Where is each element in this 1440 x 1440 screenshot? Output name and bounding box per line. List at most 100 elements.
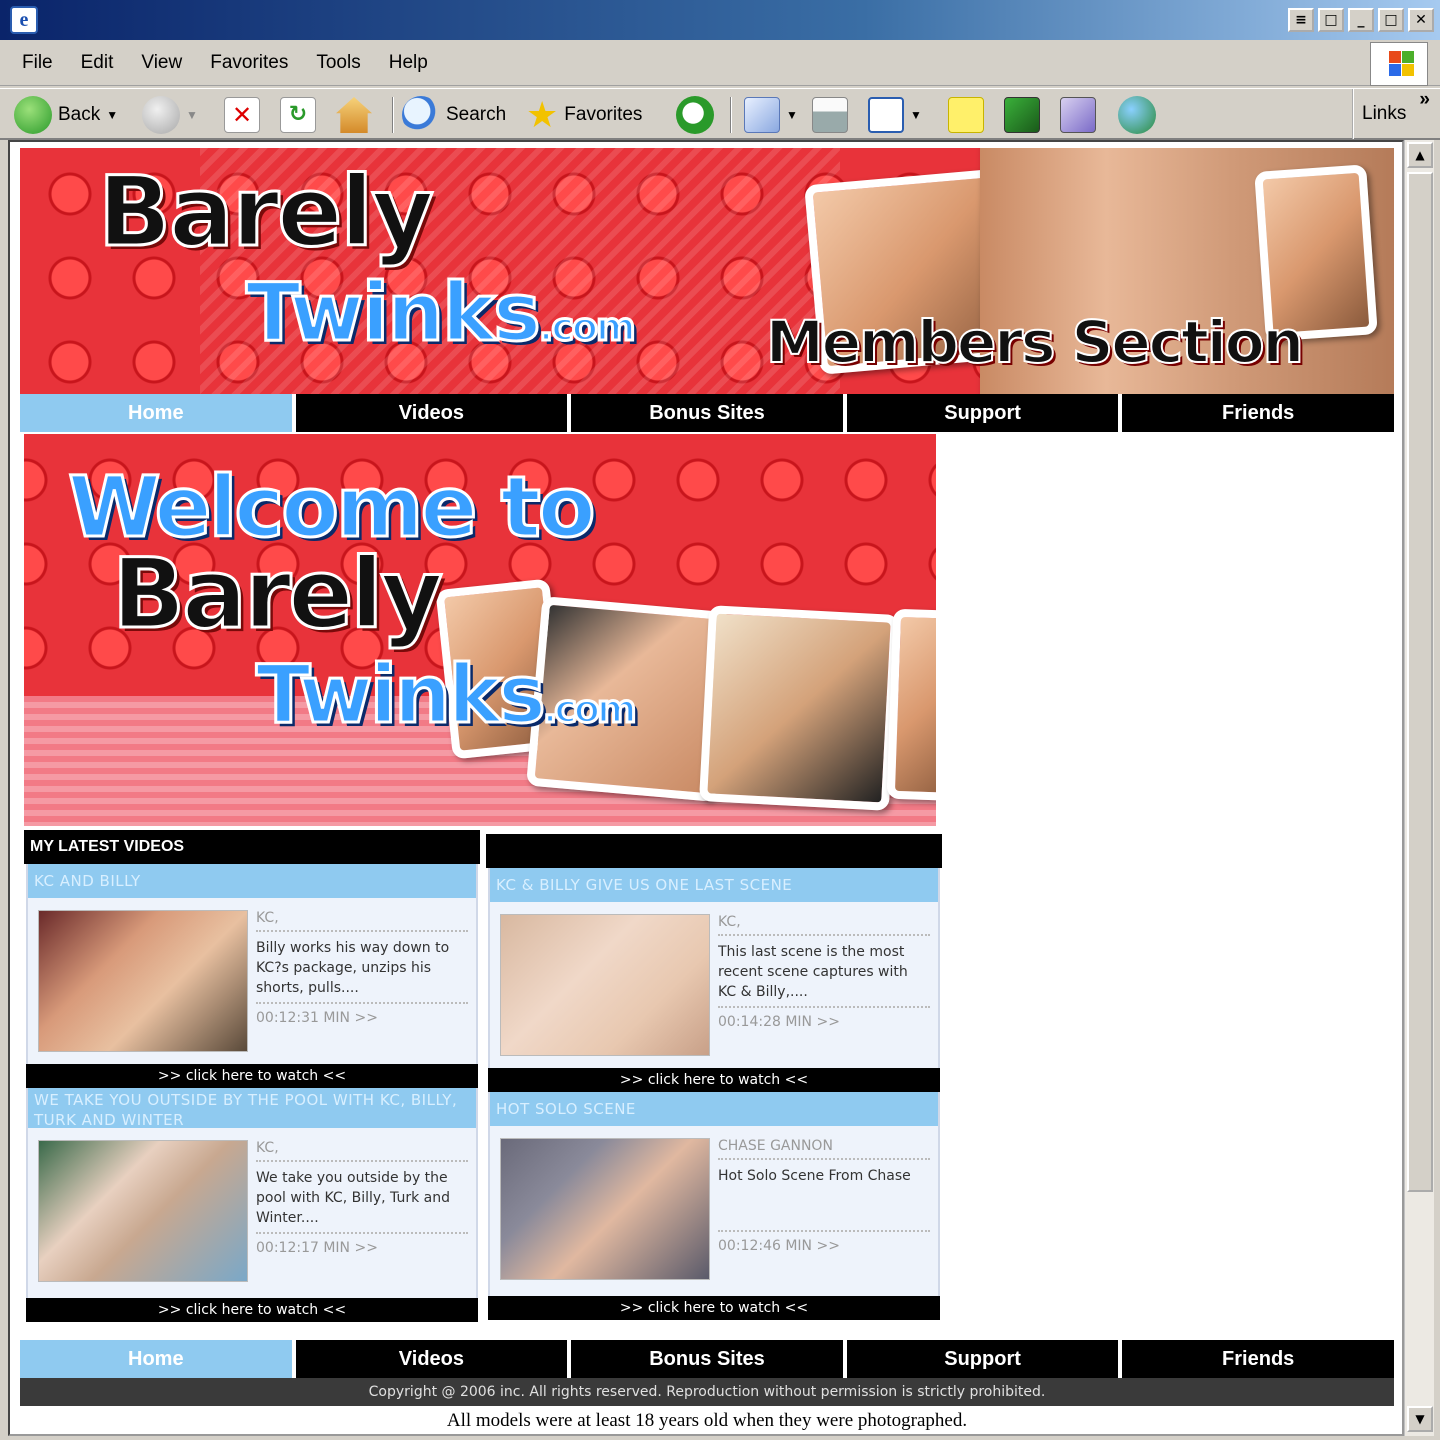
video-performer: KC, <box>256 910 468 932</box>
column-header-bar <box>486 834 942 868</box>
video-title[interactable]: KC AND BILLY <box>28 864 476 898</box>
logo-barely: Barely <box>97 155 436 270</box>
nav-home[interactable]: Home <box>20 394 292 432</box>
video-duration[interactable]: 00:14:28 MIN >> <box>718 1014 930 1030</box>
nav-support[interactable]: Support <box>846 394 1119 432</box>
watch-link[interactable]: >> click here to watch << <box>26 1298 478 1322</box>
video-thumbnail[interactable] <box>38 910 248 1052</box>
members-section-label: Members Section <box>765 307 1305 377</box>
forward-button[interactable]: ▼ <box>142 95 198 135</box>
scrollbar-thumb[interactable] <box>1407 172 1433 1192</box>
window-menu-button[interactable]: ≡ <box>1288 8 1314 32</box>
logo-twinks: Twinks.com <box>245 265 638 361</box>
browser-viewport: Barely Twinks.com Members Section Home V… <box>8 140 1404 1436</box>
welcome-banner: Welcome to Barely Twinks.com <box>24 434 936 826</box>
mail-button[interactable]: ▼ <box>744 95 798 135</box>
menu-file[interactable]: File <box>22 52 53 74</box>
footer-nav-friends[interactable]: Friends <box>1122 1340 1394 1378</box>
window-close-button[interactable]: ✕ <box>1408 8 1434 32</box>
menu-tools[interactable]: Tools <box>316 52 360 74</box>
window-restore-small-button[interactable]: □ <box>1318 8 1344 32</box>
nav-videos[interactable]: Videos <box>295 394 568 432</box>
stop-button[interactable]: ✕ <box>224 95 260 135</box>
vertical-scrollbar[interactable]: ▲ ▼ <box>1404 140 1434 1436</box>
video-thumbnail[interactable] <box>38 1140 248 1282</box>
footer-nav-home[interactable]: Home <box>20 1340 292 1378</box>
video-thumbnail[interactable] <box>500 1138 710 1280</box>
videos-column-left: MY LATEST VIDEOS KC AND BILLY KC, Billy … <box>24 830 480 1322</box>
stop-icon: ✕ <box>224 97 260 133</box>
window-maximize-button[interactable]: □ <box>1378 8 1404 32</box>
toolbar: Back ▼ ▼ ✕ ↻ Search ★ Favorites ▼ ▼ Link… <box>0 88 1440 140</box>
video-thumbnail[interactable] <box>500 914 710 1056</box>
home-button[interactable] <box>336 95 372 135</box>
video-card: HOT SOLO SCENE CHASE GANNON Hot Solo Sce… <box>488 1092 940 1296</box>
forward-arrow-icon <box>142 96 180 134</box>
search-label: Search <box>446 104 507 125</box>
watch-link[interactable]: >> click here to watch << <box>488 1068 940 1092</box>
window-titlebar: e ≡ □ _ □ ✕ <box>0 0 1440 40</box>
favorites-star-icon: ★ <box>526 94 559 135</box>
edit-dropdown-icon[interactable]: ▼ <box>910 108 922 122</box>
video-duration[interactable]: 00:12:46 MIN >> <box>718 1238 930 1254</box>
back-dropdown-icon[interactable]: ▼ <box>106 108 118 122</box>
mail-dropdown-icon[interactable]: ▼ <box>786 108 798 122</box>
watch-link[interactable]: >> click here to watch << <box>26 1064 478 1088</box>
video-title[interactable]: HOT SOLO SCENE <box>490 1092 938 1126</box>
video-duration[interactable]: 00:12:17 MIN >> <box>256 1240 468 1256</box>
links-label: Links <box>1362 103 1407 124</box>
watch-link[interactable]: >> click here to watch << <box>488 1296 940 1320</box>
links-chevron-icon[interactable]: » <box>1419 89 1430 111</box>
video-card: KC & BILLY GIVE US ONE LAST SCENE KC, Th… <box>488 868 940 1068</box>
home-icon <box>336 97 372 133</box>
links-bar[interactable]: Links » <box>1352 89 1440 139</box>
latest-videos: MY LATEST VIDEOS KC AND BILLY KC, Billy … <box>24 830 944 1326</box>
back-button[interactable]: Back ▼ <box>14 95 118 135</box>
messenger-button[interactable] <box>1118 95 1156 135</box>
favorites-button[interactable]: ★ Favorites <box>526 95 642 135</box>
edit-icon <box>868 97 904 133</box>
video-performer: CHASE GANNON <box>718 1138 930 1160</box>
footer-nav-support[interactable]: Support <box>846 1340 1119 1378</box>
video-description: This last scene is the most recent scene… <box>718 942 930 1008</box>
edit-button[interactable]: ▼ <box>868 95 922 135</box>
ie-icon: e <box>10 6 38 34</box>
video-performer: KC, <box>256 1140 468 1162</box>
research-icon <box>1060 97 1096 133</box>
welcome-barely: Barely <box>111 537 445 652</box>
scroll-down-arrow-icon[interactable]: ▼ <box>1407 1406 1433 1432</box>
forward-dropdown-icon[interactable]: ▼ <box>186 108 198 122</box>
menu-favorites[interactable]: Favorites <box>210 52 288 74</box>
addon-pro-icon <box>1004 97 1040 133</box>
notes-button[interactable] <box>948 95 984 135</box>
nav-bonus-sites[interactable]: Bonus Sites <box>571 394 843 432</box>
video-card: KC AND BILLY KC, Billy works his way dow… <box>26 864 478 1064</box>
nav-friends[interactable]: Friends <box>1122 394 1394 432</box>
addon-button-1[interactable] <box>1004 95 1040 135</box>
scroll-up-arrow-icon[interactable]: ▲ <box>1407 142 1433 168</box>
menu-help[interactable]: Help <box>389 52 428 74</box>
print-icon <box>812 97 848 133</box>
videos-column-right: KC & BILLY GIVE US ONE LAST SCENE KC, Th… <box>486 834 942 1320</box>
footer-nav-bonus-sites[interactable]: Bonus Sites <box>571 1340 843 1378</box>
addon-button-2[interactable] <box>1060 95 1096 135</box>
refresh-icon: ↻ <box>280 97 316 133</box>
footer-nav-videos[interactable]: Videos <box>295 1340 568 1378</box>
footer-nav: Home Videos Bonus Sites Support Friends <box>20 1340 1394 1378</box>
print-button[interactable] <box>812 95 848 135</box>
menu-view[interactable]: View <box>141 52 182 74</box>
welcome-photo-4 <box>886 608 936 802</box>
search-button[interactable]: Search <box>402 95 506 135</box>
video-card: WE TAKE YOU OUTSIDE BY THE POOL WITH KC,… <box>26 1088 478 1298</box>
welcome-photo-3 <box>699 605 899 811</box>
menu-edit[interactable]: Edit <box>81 52 114 74</box>
window-minimize-button[interactable]: _ <box>1348 8 1374 32</box>
history-button[interactable] <box>676 95 714 135</box>
video-duration[interactable]: 00:12:31 MIN >> <box>256 1010 468 1026</box>
back-label: Back <box>58 104 101 125</box>
refresh-button[interactable]: ↻ <box>280 95 316 135</box>
messenger-icon <box>1118 96 1156 134</box>
copyright-notice: Copyright @ 2006 inc. All rights reserve… <box>20 1378 1394 1406</box>
video-title[interactable]: WE TAKE YOU OUTSIDE BY THE POOL WITH KC,… <box>28 1088 476 1129</box>
video-title[interactable]: KC & BILLY GIVE US ONE LAST SCENE <box>490 868 938 902</box>
